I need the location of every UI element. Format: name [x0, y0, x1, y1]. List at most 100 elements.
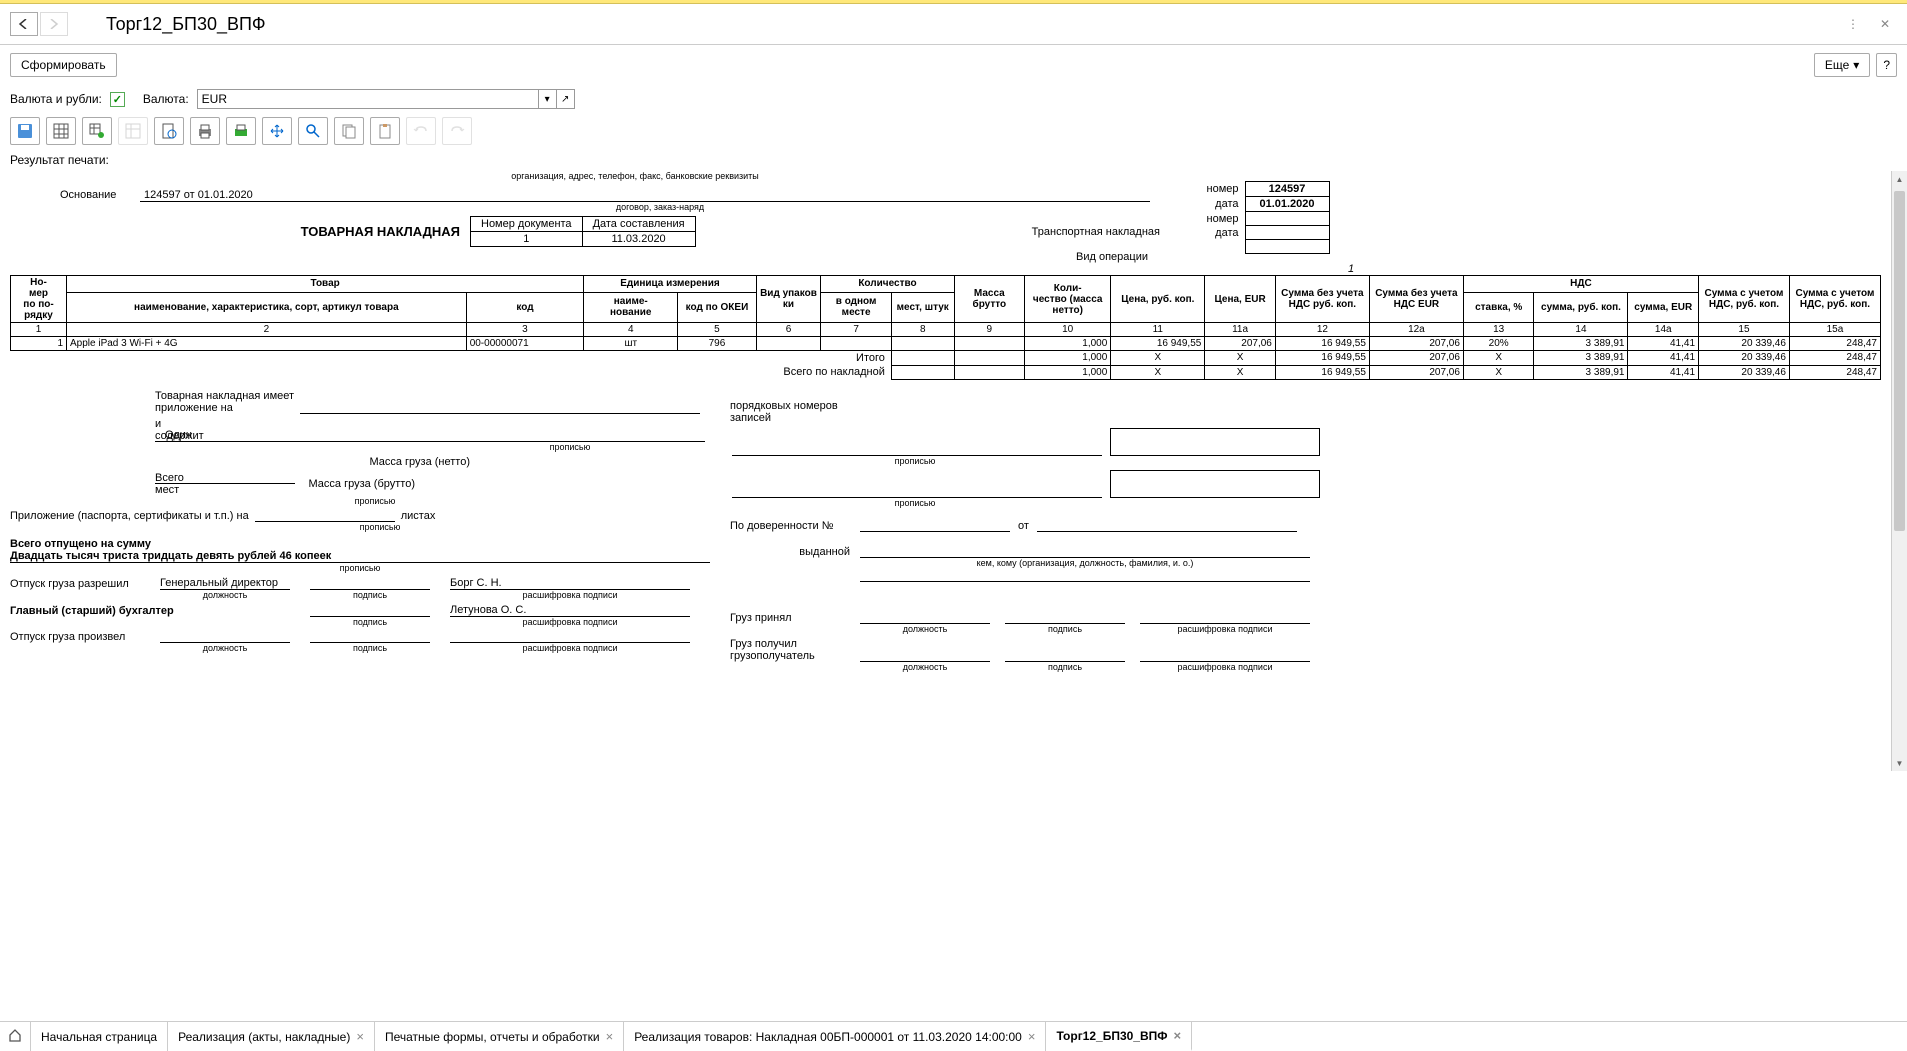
- colnum: 2: [67, 323, 467, 337]
- page-number: 1: [821, 263, 1881, 275]
- copy-icon[interactable]: [334, 117, 364, 145]
- poryad-label: порядковых номеров записей: [730, 400, 870, 424]
- preview-icon[interactable]: [154, 117, 184, 145]
- tr-nomer-label: номер: [1190, 212, 1245, 226]
- page-title: Торг12_БП30_ВПФ: [106, 14, 266, 35]
- grid-icon[interactable]: [46, 117, 76, 145]
- home-icon[interactable]: [0, 1022, 31, 1051]
- colnum: 4: [584, 323, 678, 337]
- mass-netto: Масса груза (нетто): [260, 456, 480, 468]
- col-vidup: Вид упаков ки: [756, 276, 821, 323]
- colnum: 11а: [1205, 323, 1276, 337]
- colnum: 8: [891, 323, 954, 337]
- fit-icon[interactable]: [262, 117, 292, 145]
- more-button[interactable]: Еще▾: [1814, 53, 1870, 77]
- currency-expand-icon[interactable]: ↗: [556, 90, 574, 108]
- vsego-ndssum: 3 389,91: [1534, 365, 1628, 379]
- rasch-2: расшифровка подписи: [450, 617, 690, 627]
- close-icon[interactable]: ×: [356, 1029, 364, 1044]
- propis-r2: прописью: [730, 498, 1100, 508]
- nomer-val: 124597: [1245, 182, 1329, 197]
- forward-button[interactable]: [40, 12, 68, 36]
- vsego-netto: 1,000: [1025, 365, 1111, 379]
- col-ndssum-eur: сумма, EUR: [1628, 292, 1699, 322]
- rasch-r1: расшифровка подписи: [1140, 624, 1310, 634]
- itogo-x2: X: [1205, 351, 1276, 366]
- icon-toolbar: [0, 113, 1907, 149]
- tr-nomer-val: [1245, 212, 1329, 226]
- vsego-sumbez: 16 949,55: [1275, 365, 1369, 379]
- vsego-x1: X: [1111, 365, 1205, 379]
- colnum: 12а: [1369, 323, 1463, 337]
- grid-plus-icon[interactable]: [82, 117, 112, 145]
- itogo-sumbez: 16 949,55: [1275, 351, 1369, 366]
- itogo-tot-eur: 248,47: [1789, 351, 1880, 366]
- vsego-sumbez-eur: 207,06: [1369, 365, 1463, 379]
- borg: Борг С. Н.: [450, 577, 690, 590]
- vsego-mest: Всего мест: [10, 472, 155, 496]
- colnum: 14: [1534, 323, 1628, 337]
- bottom-tabs: Начальная страница Реализация (акты, нак…: [0, 1021, 1907, 1051]
- pril-label: Товарная накладная имеет приложение на: [10, 390, 300, 414]
- paste-icon[interactable]: [370, 117, 400, 145]
- tab-torg12[interactable]: Торг12_БП30_ВПФ×: [1046, 1022, 1192, 1051]
- otp-razr: Отпуск груза разрешил: [10, 578, 160, 590]
- ot-label: от: [1010, 520, 1037, 532]
- back-button[interactable]: [10, 12, 38, 36]
- result-label: Результат печати:: [0, 149, 1907, 171]
- tab-realizaciya-tov[interactable]: Реализация товаров: Накладная 00БП-00000…: [624, 1022, 1046, 1051]
- close-icon[interactable]: ×: [1174, 1028, 1182, 1043]
- netto-box: [1110, 428, 1320, 456]
- propis-3: прописью: [310, 522, 450, 532]
- col-stavka: ставка, %: [1463, 292, 1534, 322]
- propis-2: прописью: [305, 496, 445, 506]
- colnum: 12: [1275, 323, 1369, 337]
- help-button[interactable]: ?: [1876, 53, 1897, 77]
- print-icon[interactable]: [190, 117, 220, 145]
- vsego-tot: 20 339,46: [1699, 365, 1790, 379]
- vid-op-val: [1245, 240, 1329, 254]
- propis-r1: прописью: [730, 456, 1100, 466]
- colnum: 14а: [1628, 323, 1699, 337]
- save-icon[interactable]: [10, 117, 40, 145]
- data-label: дата: [1190, 197, 1245, 212]
- podpis-2: подпись: [310, 617, 430, 627]
- currency-select[interactable]: ▾ ↗: [197, 89, 575, 109]
- gruz-prin: Груз принял: [730, 612, 860, 624]
- redo-icon: [442, 117, 472, 145]
- document-area[interactable]: организация, адрес, телефон, факс, банко…: [0, 171, 1891, 771]
- chevron-down-icon: ▾: [1853, 58, 1859, 72]
- tab-2-label: Печатные формы, отчеты и обработки: [385, 1030, 600, 1044]
- generate-button[interactable]: Сформировать: [10, 53, 117, 77]
- dolzh-1: должность: [160, 590, 290, 600]
- close-icon[interactable]: ×: [606, 1029, 614, 1044]
- podpis-r2: подпись: [1005, 662, 1125, 672]
- currency-rub-check[interactable]: ✓: [110, 92, 125, 107]
- tab-pechatnye[interactable]: Печатные формы, отчеты и обработки ×: [375, 1022, 624, 1051]
- vertical-scrollbar[interactable]: ▲ ▼: [1891, 171, 1907, 771]
- header-bar: Торг12_БП30_ВПФ ⋮ ✕: [0, 4, 1907, 45]
- scroll-up-icon[interactable]: ▲: [1892, 171, 1907, 187]
- action-row: Сформировать Еще▾ ?: [0, 45, 1907, 85]
- currency-dropdown-icon[interactable]: ▾: [538, 90, 556, 108]
- gendir: Генеральный директор: [160, 577, 290, 590]
- itogo-tot: 20 339,46: [1699, 351, 1790, 366]
- org-note: организация, адрес, телефон, факс, банко…: [70, 171, 1200, 181]
- col-kolvo: Количество: [821, 276, 954, 293]
- col-mest: мест, штук: [891, 292, 954, 322]
- close-icon[interactable]: ×: [1028, 1029, 1036, 1044]
- col-naim: наименование, характеристика, сорт, арти…: [67, 292, 467, 322]
- currency-row: Валюта и рубли: ✓ Валюта: ▾ ↗: [0, 85, 1907, 113]
- currency-input[interactable]: [198, 90, 538, 108]
- grid-disabled-icon: [118, 117, 148, 145]
- vsego-x2: X: [1205, 365, 1276, 379]
- print-color-icon[interactable]: [226, 117, 256, 145]
- scroll-down-icon[interactable]: ▼: [1892, 755, 1907, 771]
- tab-home[interactable]: Начальная страница: [31, 1022, 168, 1051]
- rasch-r2: расшифровка подписи: [1140, 662, 1310, 672]
- search-icon[interactable]: [298, 117, 328, 145]
- scroll-thumb[interactable]: [1894, 191, 1905, 531]
- tab-realizaciya[interactable]: Реализация (акты, накладные)×: [168, 1022, 375, 1051]
- kebab-icon[interactable]: ⋮: [1841, 14, 1865, 34]
- close-icon[interactable]: ✕: [1873, 14, 1897, 34]
